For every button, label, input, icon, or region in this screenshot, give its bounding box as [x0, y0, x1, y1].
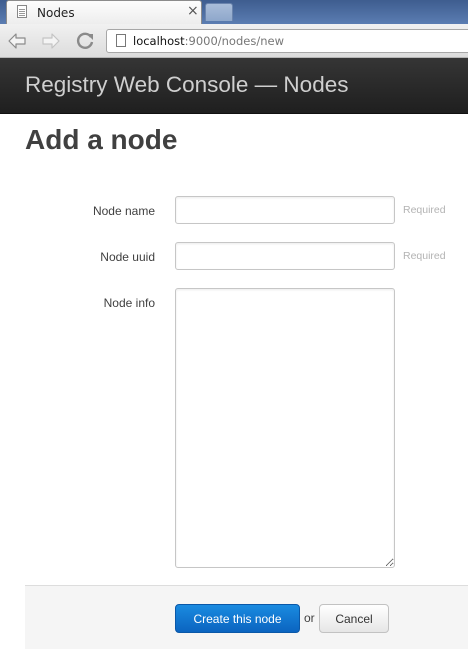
url-text: localhost:9000/nodes/new — [133, 34, 284, 48]
browser-tab[interactable]: Nodes × — [6, 0, 202, 24]
browser-toolbar: localhost:9000/nodes/new — [0, 24, 468, 58]
document-icon — [17, 5, 27, 18]
cancel-button[interactable]: Cancel — [319, 604, 389, 633]
or-separator: or — [304, 611, 315, 625]
back-arrow-icon[interactable] — [6, 30, 28, 52]
node-uuid-input[interactable] — [175, 242, 395, 270]
form-actions: Create this node or Cancel — [25, 585, 468, 649]
new-tab-button[interactable] — [205, 3, 233, 21]
reload-icon[interactable] — [74, 30, 96, 52]
app-title[interactable]: Registry Web Console — Nodes — [25, 72, 348, 98]
url-host: localhost — [133, 34, 185, 48]
page-icon — [116, 34, 126, 47]
create-node-button[interactable]: Create this node — [175, 604, 300, 633]
node-name-required-hint: Required — [403, 204, 446, 216]
url-path: :9000/nodes/new — [184, 34, 284, 48]
node-info-label: Node info — [103, 296, 155, 310]
node-name-label: Node name — [92, 204, 155, 218]
node-info-textarea[interactable] — [175, 288, 395, 568]
app-header: Registry Web Console — Nodes — [0, 58, 468, 114]
close-tab-icon[interactable]: × — [187, 4, 199, 18]
node-name-input[interactable] — [175, 196, 395, 224]
address-bar[interactable]: localhost:9000/nodes/new — [106, 29, 468, 53]
node-uuid-required-hint: Required — [403, 250, 446, 262]
tab-title: Nodes — [37, 6, 75, 20]
page-title: Add a node — [25, 124, 178, 155]
browser-tab-bar: Nodes × — [0, 0, 468, 24]
forward-arrow-icon[interactable] — [40, 30, 62, 52]
node-uuid-label: Node uuid — [100, 250, 155, 264]
